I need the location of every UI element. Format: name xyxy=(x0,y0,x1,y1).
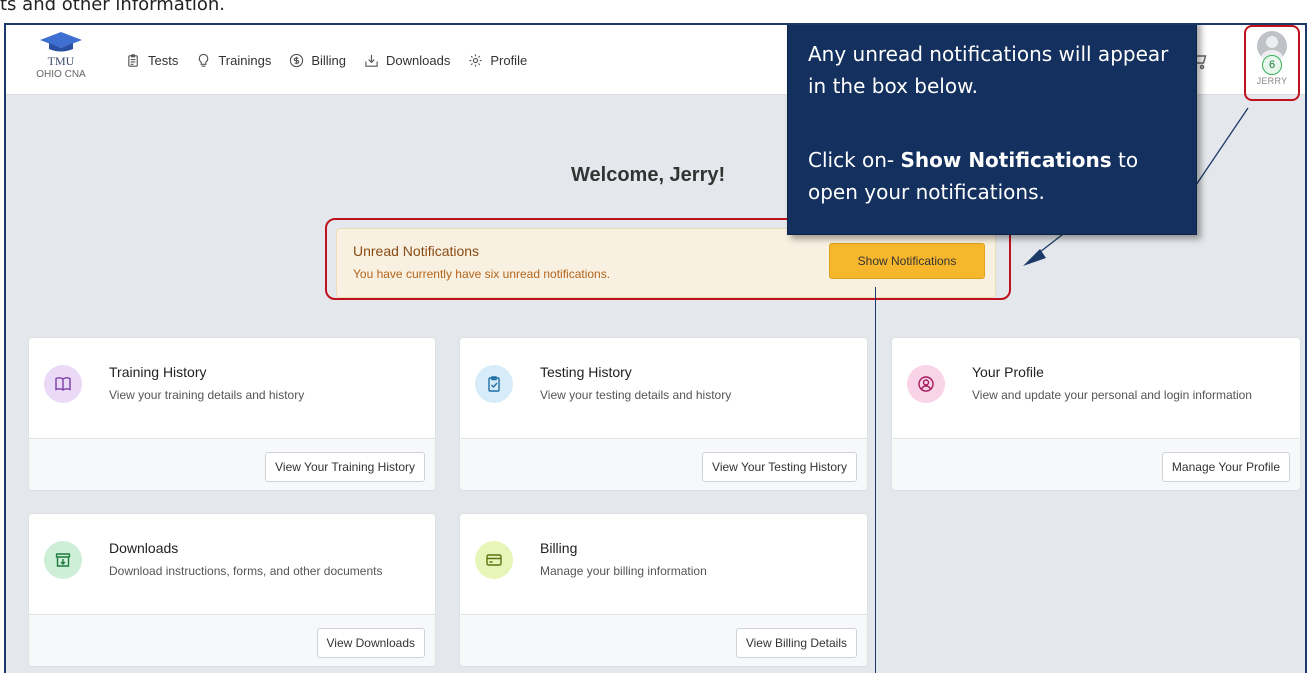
callout-text-prefix: Click on- xyxy=(808,148,901,172)
callout-text-bold: Show Notifications xyxy=(900,148,1112,172)
callout-text-2: Click on- Show Notifications to open you… xyxy=(808,144,1188,208)
app-screenshot-frame: TMU OHIO CNA Tests Trainings Billing Dow… xyxy=(4,23,1307,673)
instruction-callout: Any unread notifications will appear in … xyxy=(787,25,1197,235)
callout-text-1: Any unread notifications will appear in … xyxy=(808,42,1169,98)
document-header-text: ts and other information. xyxy=(0,0,226,15)
